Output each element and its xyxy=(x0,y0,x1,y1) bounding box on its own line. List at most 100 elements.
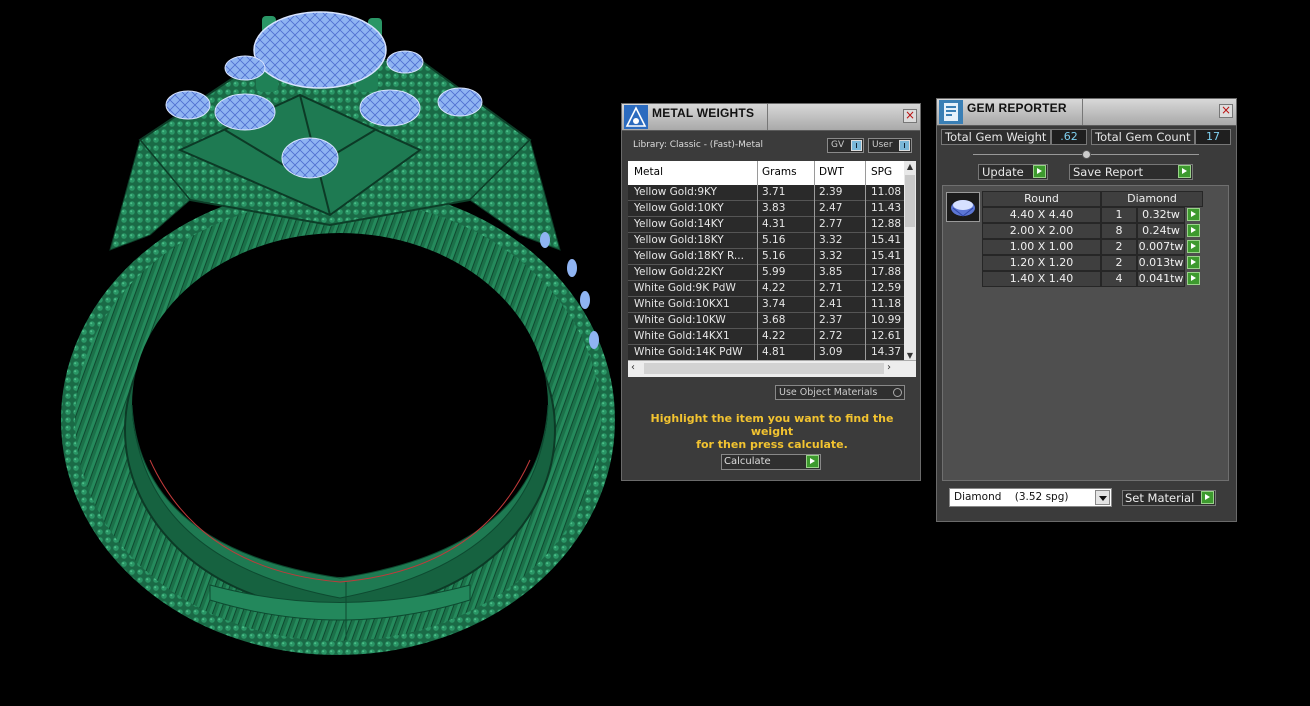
library-label: Library: Classic - (Fast)-Metal xyxy=(633,140,764,150)
instruction-line-1: Highlight the item you want to find the … xyxy=(650,412,894,438)
update-label: Update xyxy=(982,165,1024,179)
play-icon[interactable] xyxy=(1201,491,1214,504)
scale-icon xyxy=(624,105,648,129)
scroll-thumb[interactable] xyxy=(644,363,884,374)
gem-size-cell[interactable]: 1.40 X 1.40 xyxy=(982,271,1101,287)
chevron-down-icon[interactable] xyxy=(1095,490,1110,505)
material-dropdown[interactable]: Diamond (3.52 spg) xyxy=(949,488,1112,507)
table-row[interactable]: Yellow Gold:22KY 5.99 3.85 17.88 xyxy=(628,265,904,281)
radio-icon[interactable] xyxy=(893,388,902,397)
scroll-up-icon[interactable]: ▲ xyxy=(904,162,916,171)
round-diamond-icon xyxy=(951,200,975,217)
close-icon[interactable]: × xyxy=(903,109,917,123)
panel-title: GEM REPORTER xyxy=(967,101,1067,115)
play-icon[interactable] xyxy=(1187,208,1200,221)
update-button[interactable]: Update xyxy=(978,164,1048,180)
play-icon[interactable] xyxy=(1187,256,1200,269)
gem-thumbnail[interactable] xyxy=(946,192,980,222)
grams-cell: 3.68 xyxy=(762,314,786,326)
play-icon[interactable] xyxy=(1187,224,1200,237)
metal-cell: White Gold:9K PdW xyxy=(634,282,736,294)
material-header: Diamond xyxy=(1101,191,1203,207)
save-report-button[interactable]: Save Report xyxy=(1069,164,1193,180)
scroll-thumb[interactable] xyxy=(905,175,915,227)
ring-model xyxy=(61,11,615,655)
close-icon[interactable]: × xyxy=(1219,104,1233,118)
gem-weight-cell[interactable]: 0.013tw xyxy=(1137,255,1185,271)
column-divider xyxy=(865,161,866,361)
column-header-grams[interactable]: Grams xyxy=(762,166,797,178)
play-icon[interactable] xyxy=(1178,165,1191,178)
table-row[interactable]: White Gold:14K PdW 4.81 3.09 14.37 xyxy=(628,345,904,361)
spg-cell: 12.61 xyxy=(871,330,902,342)
column-header-spg[interactable]: SPG xyxy=(871,166,892,178)
table-row[interactable]: Yellow Gold:14KY 4.31 2.77 12.88 xyxy=(628,217,904,233)
play-icon[interactable] xyxy=(1187,272,1200,285)
user-toggle[interactable]: User xyxy=(868,138,912,153)
spg-cell: 17.88 xyxy=(871,266,902,278)
table-row[interactable]: Yellow Gold:18KY R... 5.16 3.32 15.41 xyxy=(628,249,904,265)
table-row[interactable]: White Gold:14KX1 4.22 2.72 12.61 xyxy=(628,329,904,345)
set-material-label: Set Material xyxy=(1125,491,1195,505)
grams-cell: 4.81 xyxy=(762,346,786,358)
set-material-button[interactable]: Set Material xyxy=(1122,490,1216,506)
metal-weights-titlebar[interactable]: METAL WEIGHTS × xyxy=(622,104,920,131)
dwt-cell: 3.32 xyxy=(819,250,843,262)
gem-weight-cell[interactable]: 0.24tw xyxy=(1137,223,1185,239)
play-icon[interactable] xyxy=(806,455,819,468)
gem-weight-cell[interactable]: 0.007tw xyxy=(1137,239,1185,255)
calculate-button[interactable]: Calculate xyxy=(721,454,821,470)
grams-cell: 3.74 xyxy=(762,298,786,310)
gem-size-cell[interactable]: 1.00 X 1.00 xyxy=(982,239,1101,255)
spg-cell: 11.08 xyxy=(871,186,902,198)
gem-reporter-titlebar[interactable]: GEM REPORTER × xyxy=(937,99,1236,126)
table-row[interactable]: Yellow Gold:18KY 5.16 3.32 15.41 xyxy=(628,233,904,249)
titlebar-divider xyxy=(767,104,768,130)
scroll-left-icon[interactable]: ‹ xyxy=(631,362,635,373)
gem-size-cell[interactable]: 4.40 X 4.40 xyxy=(982,207,1101,223)
scroll-right-icon[interactable]: › xyxy=(887,362,891,373)
column-header-metal[interactable]: Metal xyxy=(634,166,663,178)
slider-knob[interactable] xyxy=(1082,150,1091,159)
save-report-label: Save Report xyxy=(1073,165,1144,179)
table-body: Yellow Gold:9KY 3.71 2.39 11.08 Yellow Gold… xyxy=(628,185,904,361)
horizontal-scrollbar[interactable]: ‹ › xyxy=(628,360,916,377)
play-icon[interactable] xyxy=(1033,165,1046,178)
3d-viewport[interactable] xyxy=(0,0,620,702)
metal-cell: White Gold:10KX1 xyxy=(634,298,730,310)
table-row[interactable]: White Gold:9K PdW 4.22 2.71 12.59 xyxy=(628,281,904,297)
user-label: User xyxy=(872,140,893,150)
grams-cell: 3.83 xyxy=(762,202,786,214)
dwt-cell: 2.72 xyxy=(819,330,843,342)
gem-count-cell[interactable]: 2 xyxy=(1101,255,1137,271)
gem-size-cell[interactable]: 2.00 X 2.00 xyxy=(982,223,1101,239)
total-gem-weight-value: .62 xyxy=(1051,129,1087,145)
play-icon[interactable] xyxy=(1187,240,1200,253)
use-object-materials-label: Use Object Materials xyxy=(779,387,878,398)
gem-weight-cell[interactable]: 0.041tw xyxy=(1137,271,1185,287)
gem-count-cell[interactable]: 4 xyxy=(1101,271,1137,287)
dwt-cell: 2.77 xyxy=(819,218,843,230)
table-row[interactable]: Yellow Gold:9KY 3.71 2.39 11.08 xyxy=(628,185,904,201)
vertical-scrollbar[interactable]: ▲ ▼ xyxy=(904,161,916,361)
scroll-down-icon[interactable]: ▼ xyxy=(904,351,916,360)
gem-weight-cell[interactable]: 0.32tw xyxy=(1137,207,1185,223)
table-row[interactable]: White Gold:10KW 3.68 2.37 10.99 xyxy=(628,313,904,329)
metal-cell: Yellow Gold:18KY xyxy=(634,234,724,246)
gv-toggle[interactable]: GV xyxy=(827,138,864,153)
column-header-dwt[interactable]: DWT xyxy=(819,166,844,178)
gem-count-cell[interactable]: 1 xyxy=(1101,207,1137,223)
table-row[interactable]: Yellow Gold:10KY 3.83 2.47 11.43 xyxy=(628,201,904,217)
gem-count-cell[interactable]: 2 xyxy=(1101,239,1137,255)
metal-cell: White Gold:14KX1 xyxy=(634,330,730,342)
use-object-materials-option[interactable]: Use Object Materials xyxy=(775,385,905,400)
metal-weights-panel: METAL WEIGHTS × Library: Classic - (Fast… xyxy=(621,103,921,481)
spg-cell: 15.41 xyxy=(871,234,902,246)
gem-count-cell[interactable]: 8 xyxy=(1101,223,1137,239)
table-row[interactable]: White Gold:10KX1 3.74 2.41 11.18 xyxy=(628,297,904,313)
column-divider xyxy=(814,161,815,361)
instruction-text: Highlight the item you want to find the … xyxy=(632,412,912,451)
metal-table[interactable]: Metal Grams DWT SPG Yellow Gold:9KY 3.71 2… xyxy=(628,161,916,377)
dwt-cell: 2.71 xyxy=(819,282,843,294)
gem-size-cell[interactable]: 1.20 X 1.20 xyxy=(982,255,1101,271)
